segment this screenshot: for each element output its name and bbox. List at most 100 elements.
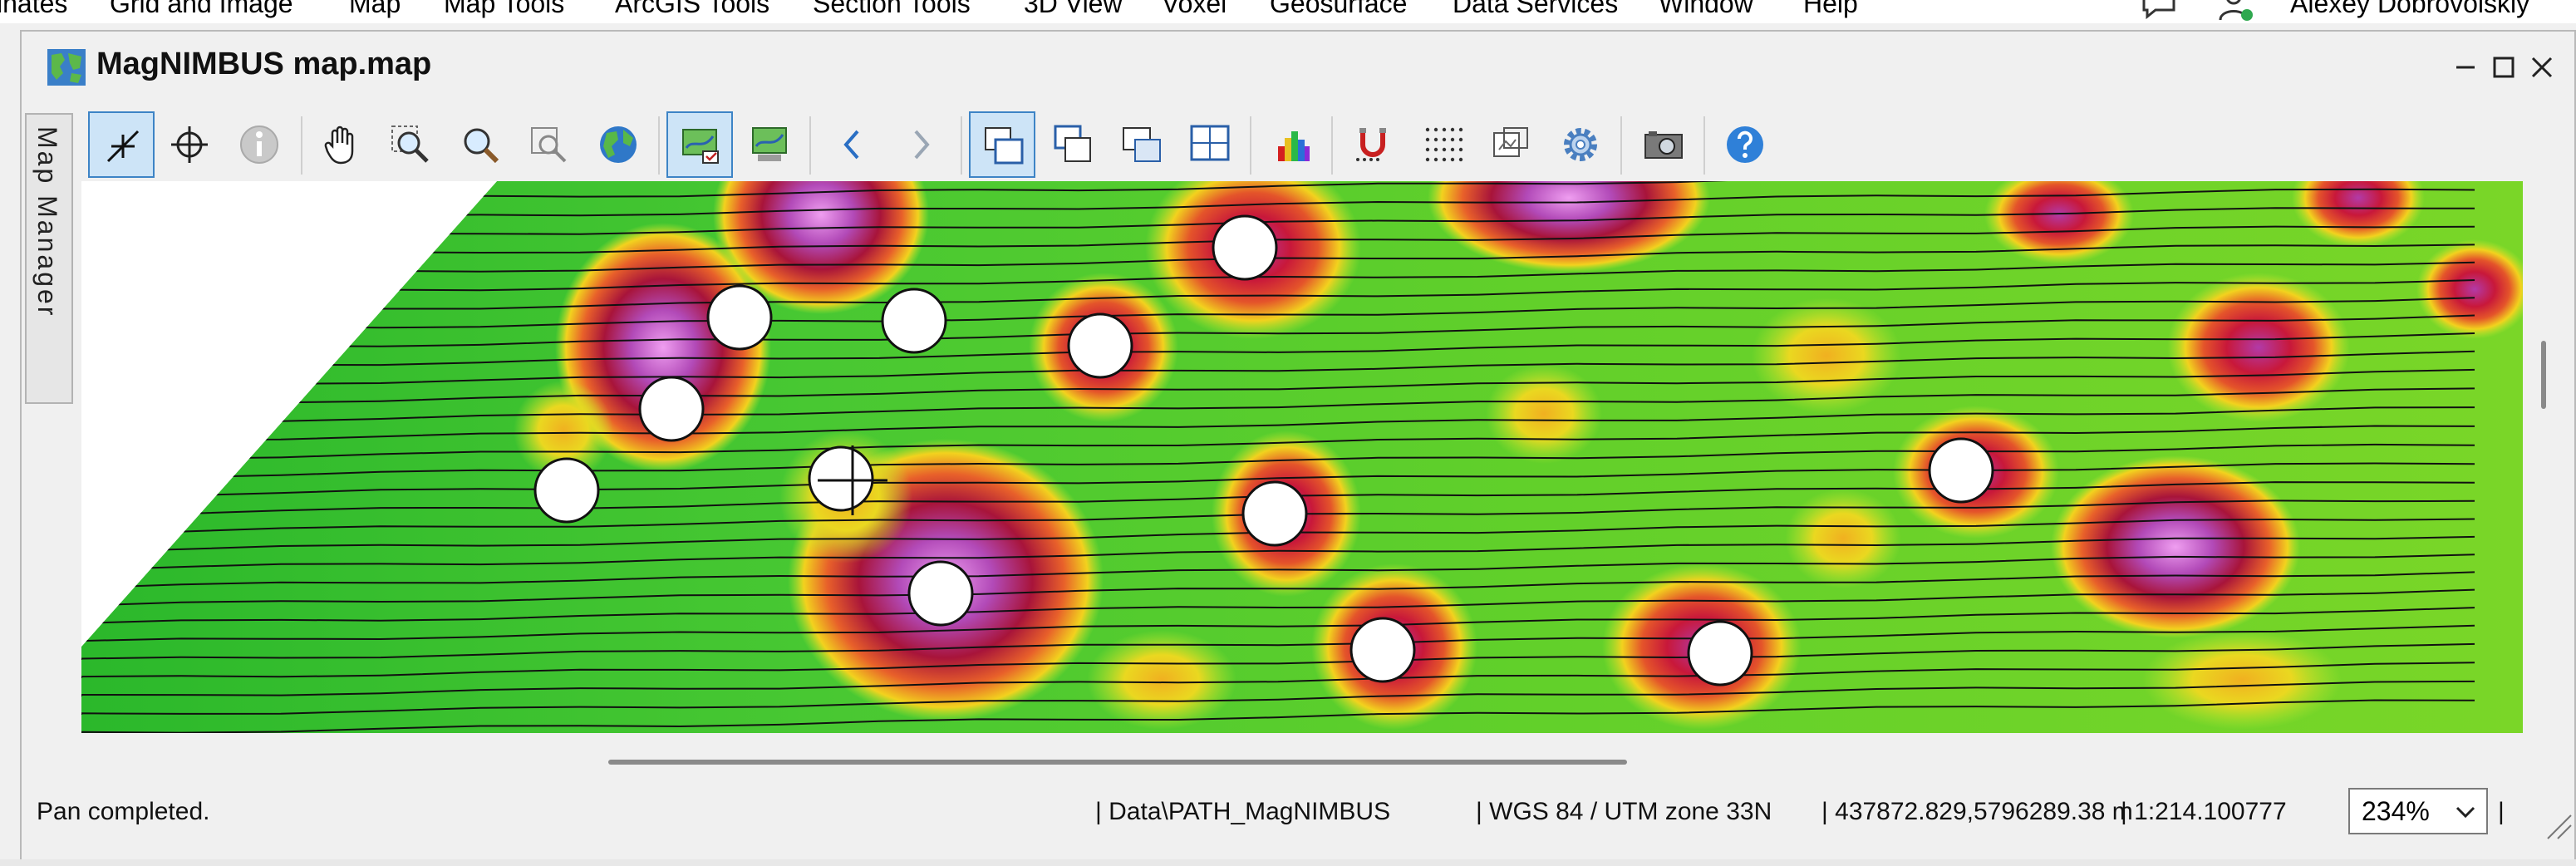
target-marker[interactable] — [808, 445, 874, 512]
dot-grid-icon — [1425, 127, 1463, 162]
magnifier-icon — [464, 128, 499, 164]
target-marker[interactable] — [533, 457, 600, 524]
map-frame-button[interactable] — [1477, 111, 1544, 178]
toolbar-separator — [809, 116, 811, 175]
target-marker[interactable] — [1241, 480, 1308, 547]
map-globe-icon — [47, 49, 86, 86]
map-manager-tab[interactable]: Map Manager — [25, 113, 73, 404]
user-icon[interactable] — [2217, 0, 2255, 22]
zoom-level-select[interactable]: 234% — [2348, 788, 2488, 834]
map-manager-tab-label: Map Manager — [32, 126, 62, 318]
layout-grid-icon — [1190, 125, 1230, 161]
select-tool-button[interactable] — [88, 111, 155, 178]
horizontal-scrollbar[interactable] — [81, 733, 2523, 775]
globe-tool-button[interactable] — [585, 111, 651, 178]
zoom-level-value: 234% — [2362, 796, 2430, 826]
layout-4-button[interactable] — [1177, 111, 1243, 178]
status-projection: | WGS 84 / UTM zone 33N — [1476, 798, 1772, 825]
target-marker[interactable] — [1349, 617, 1416, 683]
globe-icon — [600, 126, 637, 163]
forward-button[interactable] — [887, 111, 954, 178]
target-marker[interactable] — [1928, 437, 1994, 504]
pan-tool-button[interactable] — [309, 111, 376, 178]
digitize-tool-button[interactable] — [156, 111, 223, 178]
menu-arcgis-tools[interactable]: ArcGIS Tools — [615, 0, 769, 19]
magnet-icon — [1356, 128, 1386, 161]
status-message: Pan completed. — [37, 798, 210, 825]
camera-icon — [1644, 131, 1683, 159]
info-tool-button[interactable] — [226, 111, 293, 178]
menu-map[interactable]: Map — [349, 0, 401, 19]
target-marker[interactable] — [1212, 214, 1278, 281]
close-icon[interactable] — [2521, 47, 2563, 88]
window-titlebar[interactable]: MagNIMBUS map.map — [22, 32, 2574, 100]
target-marker[interactable] — [881, 288, 947, 354]
menu-voxel[interactable]: Voxel — [1162, 0, 1227, 19]
back-button[interactable] — [819, 111, 886, 178]
status-coordinates: | 437872.829,5796289.38 m — [1821, 798, 2133, 825]
layout-cascade-icon — [985, 127, 1024, 165]
status-end-separator: | — [2498, 798, 2505, 825]
map-group-icon — [682, 129, 719, 164]
gear-icon — [1564, 128, 1597, 161]
color-bar-icon — [1278, 131, 1310, 161]
chevron-down-icon — [2456, 806, 2475, 819]
map-toolbar — [88, 111, 2548, 180]
status-data-path: | Data\PATH_MagNIMBUS — [1095, 798, 1391, 825]
menu-help[interactable]: Help — [1803, 0, 1858, 19]
menu-section-tools[interactable]: Section Tools — [813, 0, 971, 19]
status-scale: | 1:214.100777 — [2121, 798, 2287, 825]
zoom-tool-button[interactable] — [447, 111, 514, 178]
toolbar-separator — [1250, 116, 1251, 175]
target-marker[interactable] — [706, 284, 773, 351]
zoom-to-tool-button[interactable] — [377, 111, 444, 178]
minimize-icon[interactable] — [2445, 47, 2486, 88]
zoom-box-icon — [531, 127, 567, 163]
map-frame-icon — [1493, 127, 1528, 157]
toolbar-separator — [1620, 116, 1622, 175]
crosshair-icon — [171, 126, 208, 163]
chevron-right-icon — [914, 130, 930, 160]
toolbar-separator — [1331, 116, 1333, 175]
bottom-strip — [0, 859, 2576, 866]
menu-window[interactable]: Window — [1659, 0, 1753, 19]
application-menubar: inates Grid and Image Map Map Tools ArcG… — [0, 0, 2576, 23]
menu-3d-view[interactable]: 3D View — [1024, 0, 1123, 19]
menu-grid-and-image[interactable]: Grid and Image — [110, 0, 293, 19]
target-marker[interactable] — [907, 560, 974, 627]
map-view-icon — [752, 127, 787, 161]
map-group-tool-button[interactable] — [666, 111, 733, 178]
zoom-box-tool-button[interactable] — [515, 111, 582, 178]
settings-button[interactable] — [1547, 111, 1614, 178]
layout-3-button[interactable] — [1109, 111, 1175, 178]
target-marker[interactable] — [638, 376, 705, 442]
user-name[interactable]: Alexey Dobrovolskiy — [2290, 0, 2529, 19]
maximize-icon[interactable] — [2483, 47, 2524, 88]
toolbar-separator — [961, 116, 962, 175]
layout-stack-icon — [1123, 127, 1161, 162]
chat-icon[interactable] — [2141, 0, 2177, 20]
resize-grip-icon[interactable] — [2543, 810, 2573, 840]
map-view-tool-button[interactable] — [736, 111, 803, 178]
zoom-frame-icon — [391, 125, 429, 163]
magnetic-anomaly-map[interactable] — [81, 181, 2523, 733]
target-marker[interactable] — [1687, 620, 1753, 686]
screenshot-button[interactable] — [1630, 111, 1697, 178]
grid-button[interactable] — [1409, 111, 1476, 178]
chevron-left-icon — [843, 130, 859, 160]
map-canvas[interactable] — [81, 181, 2523, 733]
help-button[interactable] — [1712, 111, 1778, 178]
select-cursor-icon — [106, 130, 140, 163]
horizontal-scrollbar-thumb[interactable] — [608, 760, 1627, 765]
menu-coordinates[interactable]: inates — [0, 0, 67, 19]
menu-map-tools[interactable]: Map Tools — [444, 0, 564, 19]
vertical-scrollbar-thumb[interactable] — [2541, 341, 2546, 409]
color-bar-button[interactable] — [1260, 111, 1326, 178]
snap-button[interactable] — [1340, 111, 1406, 178]
layout-1-button[interactable] — [969, 111, 1035, 178]
help-icon — [1727, 126, 1763, 163]
menu-data-services[interactable]: Data Services — [1453, 0, 1618, 19]
menu-geosurface[interactable]: Geosurface — [1270, 0, 1407, 19]
target-marker[interactable] — [1067, 312, 1133, 379]
layout-2-button[interactable] — [1039, 111, 1105, 178]
